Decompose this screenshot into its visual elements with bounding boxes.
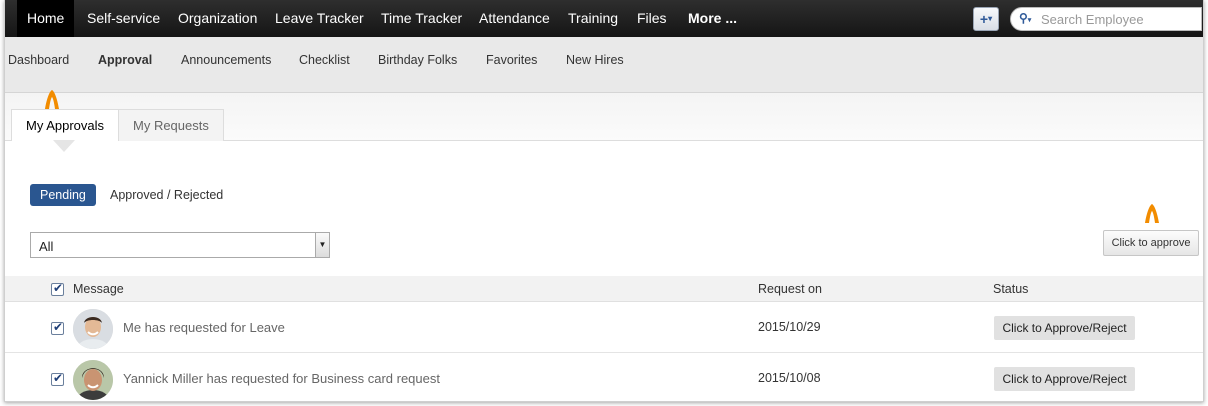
row-message[interactable]: Yannick Miller has requested for Busines… [123, 371, 440, 386]
hint-arrow-up-icon [1145, 204, 1159, 223]
nav-more[interactable]: More ... [678, 0, 747, 37]
row-message[interactable]: Me has requested for Leave [123, 320, 285, 335]
nav-files[interactable]: Files [627, 0, 677, 37]
nav-attendance[interactable]: Attendance [469, 0, 560, 37]
avatar [73, 309, 113, 349]
row-date: 2015/10/08 [758, 371, 821, 385]
click-to-approve-button[interactable]: Click to approve [1103, 230, 1199, 256]
active-tab-pointer [53, 140, 75, 152]
search-icon: ⚲▾ [1019, 11, 1032, 25]
tab-my-requests[interactable]: My Requests [118, 109, 224, 141]
table-row: Me has requested for Leave 2015/10/29 Cl… [5, 303, 1203, 353]
add-button[interactable]: +▾ [973, 7, 999, 31]
approved-rejected-filter-link[interactable]: Approved / Rejected [110, 188, 223, 202]
subnav-dashboard[interactable]: Dashboard [8, 53, 69, 67]
search-box[interactable]: ⚲▾ [1010, 7, 1202, 31]
tab-bar: My Approvals My Requests [5, 93, 1203, 141]
hint-arrow-up-icon [45, 90, 59, 109]
chevron-down-icon: ▼ [315, 233, 329, 257]
row-date: 2015/10/29 [758, 320, 821, 334]
column-header-request-on: Request on [758, 282, 822, 296]
nav-training[interactable]: Training [558, 0, 628, 37]
top-navigation: Home Self-service Organization Leave Tra… [5, 0, 1203, 37]
subnav-new-hires[interactable]: New Hires [566, 53, 624, 67]
approve-reject-button[interactable]: Click to Approve/Reject [994, 316, 1135, 340]
plus-icon: + [979, 11, 989, 27]
avatar [73, 360, 113, 400]
search-input[interactable] [1041, 10, 1196, 28]
nav-organization[interactable]: Organization [168, 0, 267, 37]
column-header-message: Message [73, 282, 124, 296]
table-row: Yannick Miller has requested for Busines… [5, 354, 1203, 401]
tab-my-approvals[interactable]: My Approvals [11, 109, 120, 141]
subnav-checklist[interactable]: Checklist [299, 53, 350, 67]
column-header-status: Status [993, 282, 1029, 296]
pending-filter-button[interactable]: Pending [30, 184, 96, 206]
nav-leave-tracker[interactable]: Leave Tracker [265, 0, 374, 37]
row-checkbox[interactable] [51, 371, 64, 386]
row-checkbox[interactable] [51, 320, 64, 335]
chevron-down-icon: ▾ [988, 14, 993, 23]
select-all-checkbox[interactable] [51, 281, 64, 296]
subnav-announcements[interactable]: Announcements [181, 53, 271, 67]
nav-self-service[interactable]: Self-service [77, 0, 170, 37]
sub-navigation: Dashboard Approval Announcements Checkli… [5, 37, 1203, 93]
app-frame: Home Self-service Organization Leave Tra… [4, 0, 1204, 402]
subnav-favorites[interactable]: Favorites [486, 53, 537, 67]
nav-home[interactable]: Home [17, 0, 75, 37]
type-select-value: All [39, 239, 54, 254]
nav-time-tracker[interactable]: Time Tracker [371, 0, 472, 37]
subnav-birthday-folks[interactable]: Birthday Folks [378, 53, 457, 67]
type-select[interactable]: All ▼ [30, 232, 330, 258]
subnav-approval[interactable]: Approval [98, 53, 152, 67]
table-header: Message Request on Status [5, 276, 1203, 302]
approve-reject-button[interactable]: Click to Approve/Reject [994, 367, 1135, 391]
